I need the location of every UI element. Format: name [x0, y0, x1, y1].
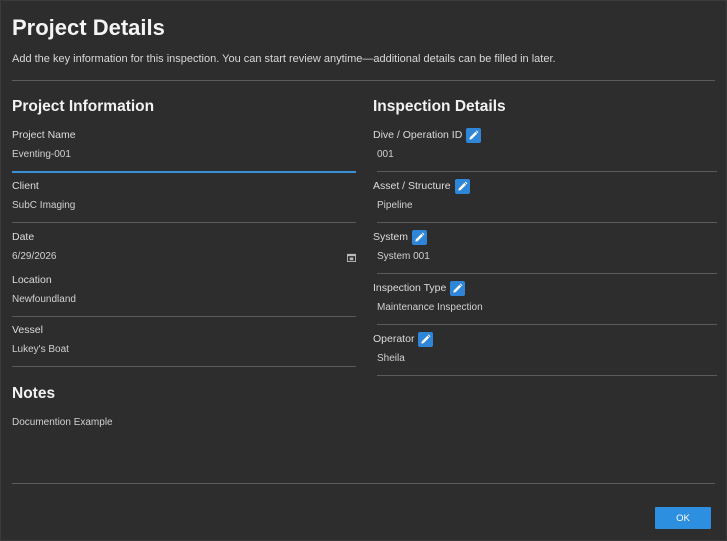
dive-id-label-row: Dive / Operation ID: [373, 127, 717, 143]
location-underline: [12, 316, 356, 317]
inspection-type-label-row: Inspection Type: [373, 280, 717, 296]
dialog-subtitle: Add the key information for this inspect…: [12, 53, 556, 65]
inspection-type-field: Inspection Type Maintenance Inspection: [373, 280, 717, 325]
dive-id-value: 001: [377, 149, 394, 160]
system-value: System 001: [377, 251, 430, 262]
inspection-type-edit-button[interactable]: [450, 280, 466, 296]
dive-id-label: Dive / Operation ID: [373, 129, 463, 141]
dive-id-underline: [377, 171, 717, 172]
system-edit-button[interactable]: [412, 229, 428, 245]
inspection-type-label: Inspection Type: [373, 282, 447, 294]
system-underline: [377, 273, 717, 274]
operator-label-row: Operator: [373, 331, 717, 347]
notes-divider: [12, 483, 715, 484]
vessel-field: Vessel Lukey's Boat: [12, 322, 356, 367]
date-value: 6/29/2026: [12, 251, 57, 262]
vessel-input[interactable]: Lukey's Boat: [12, 342, 356, 358]
pencil-icon: [415, 232, 425, 242]
asset-underline: [377, 222, 717, 223]
dialog-title: Project Details: [12, 15, 165, 40]
vessel-underline: [12, 366, 356, 367]
operator-value: Sheila: [377, 353, 405, 364]
header-divider: [12, 80, 715, 81]
inspection-type-underline: [377, 324, 717, 325]
client-field: Client SubC Imaging: [12, 178, 356, 223]
operator-field: Operator Sheila: [373, 331, 717, 376]
project-name-underline: [12, 171, 356, 173]
notes-input[interactable]: Documention Example: [12, 415, 717, 431]
project-details-dialog: Project Details Add the key information …: [0, 0, 727, 541]
client-label: Client: [12, 180, 39, 192]
project-name-label: Project Name: [12, 129, 76, 141]
notes-field: Documention Example: [12, 415, 717, 431]
asset-label: Asset / Structure: [373, 180, 451, 192]
date-label: Date: [12, 231, 35, 243]
dive-id-edit-button[interactable]: [466, 127, 482, 143]
location-input[interactable]: Newfoundland: [12, 292, 356, 308]
operator-edit-button[interactable]: [418, 331, 434, 347]
notes-heading: Notes: [12, 385, 56, 402]
location-field: Location Newfoundland: [12, 272, 356, 317]
pencil-icon: [421, 334, 431, 344]
asset-field: Asset / Structure Pipeline: [373, 178, 717, 223]
date-input[interactable]: 6/29/2026: [12, 249, 356, 265]
operator-underline: [377, 375, 717, 376]
client-input[interactable]: SubC Imaging: [12, 198, 356, 214]
asset-label-row: Asset / Structure: [373, 178, 717, 194]
system-field: System System 001: [373, 229, 717, 274]
vessel-label: Vessel: [12, 324, 43, 336]
date-field: Date 6/29/2026: [12, 229, 356, 265]
asset-value: Pipeline: [377, 200, 413, 211]
system-label-row: System: [373, 229, 717, 245]
location-label: Location: [12, 274, 52, 286]
operator-label: Operator: [373, 333, 415, 345]
pencil-icon: [469, 130, 479, 140]
asset-edit-button[interactable]: [454, 178, 470, 194]
system-label: System: [373, 231, 409, 243]
project-information-heading: Project Information: [12, 98, 155, 115]
ok-button[interactable]: OK: [655, 507, 711, 529]
client-underline: [12, 222, 356, 223]
pencil-icon: [453, 283, 463, 293]
inspection-type-value: Maintenance Inspection: [377, 302, 483, 313]
calendar-icon[interactable]: [347, 253, 356, 262]
dive-id-field: Dive / Operation ID 001: [373, 127, 717, 172]
pencil-icon: [458, 181, 468, 191]
inspection-details-heading: Inspection Details: [373, 98, 506, 115]
project-name-field: Project Name Eventing-001: [12, 127, 356, 173]
project-name-input[interactable]: Eventing-001: [12, 147, 356, 163]
